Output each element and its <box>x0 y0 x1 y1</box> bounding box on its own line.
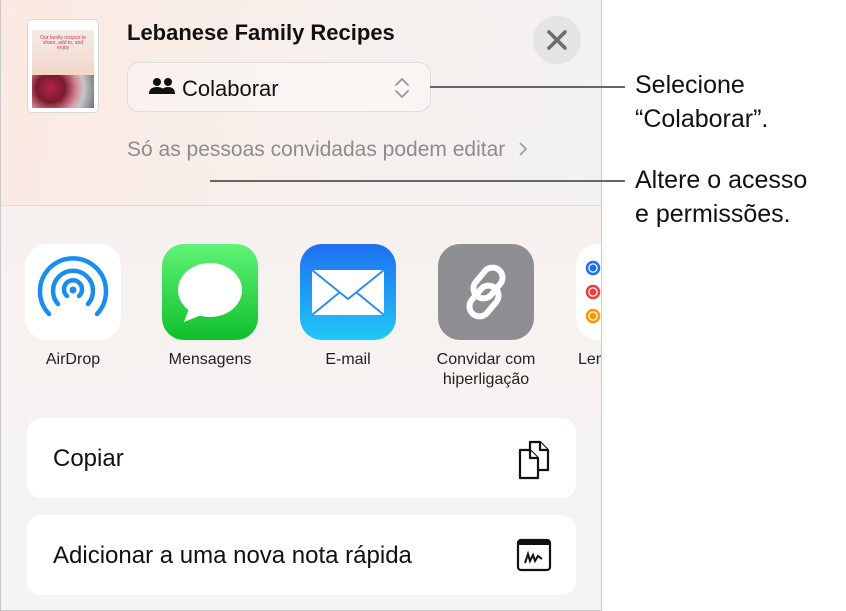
mail-icon <box>311 269 385 316</box>
airdrop-icon <box>37 256 109 317</box>
app-mail[interactable] <box>300 244 396 340</box>
quick-note-action[interactable]: Adicionar a uma nova nota rápida <box>27 515 576 595</box>
quick-note-icon <box>516 538 552 572</box>
app-messages[interactable] <box>162 244 258 340</box>
reminders-icon <box>585 260 601 324</box>
access-permissions-link[interactable]: Só as pessoas convidadas podem editar <box>127 134 547 166</box>
close-icon <box>547 30 567 50</box>
chevron-up-down-icon <box>395 78 409 98</box>
app-airdrop[interactable] <box>25 244 121 340</box>
app-reminders[interactable] <box>576 244 601 340</box>
copy-action[interactable]: Copiar <box>27 418 576 498</box>
people-icon <box>149 78 175 94</box>
callout-access: Altere o acesso e permissões. <box>635 166 808 228</box>
app-label: Mensagens <box>168 351 252 368</box>
app-label: E-mail <box>325 351 371 368</box>
document-title: Lebanese Family Recipes <box>127 20 395 45</box>
collaborate-select-value: Colaborar <box>182 76 279 101</box>
share-sheet: Our family recipes to share, add to, and… <box>0 0 602 611</box>
callout-line <box>430 86 625 88</box>
chevron-right-icon <box>519 142 528 156</box>
collaborate-select[interactable]: Colaborar <box>127 62 431 112</box>
app-invite-link[interactable] <box>438 244 534 340</box>
copy-icon <box>518 440 550 480</box>
link-icon <box>466 264 506 320</box>
app-label: Convidar com hiperligação <box>436 351 536 388</box>
close-button[interactable] <box>533 16 581 64</box>
app-label: Lembretes <box>578 351 601 368</box>
callout-collaborate: Selecione “Colaborar”. <box>635 71 769 133</box>
app-label: AirDrop <box>45 351 101 368</box>
document-thumbnail: Our family recipes to share, add to, and… <box>28 20 98 112</box>
callout-line <box>210 180 625 182</box>
messages-icon <box>178 263 242 322</box>
thumbnail-cover-text: Our family recipes to share, add to, and… <box>40 35 86 51</box>
